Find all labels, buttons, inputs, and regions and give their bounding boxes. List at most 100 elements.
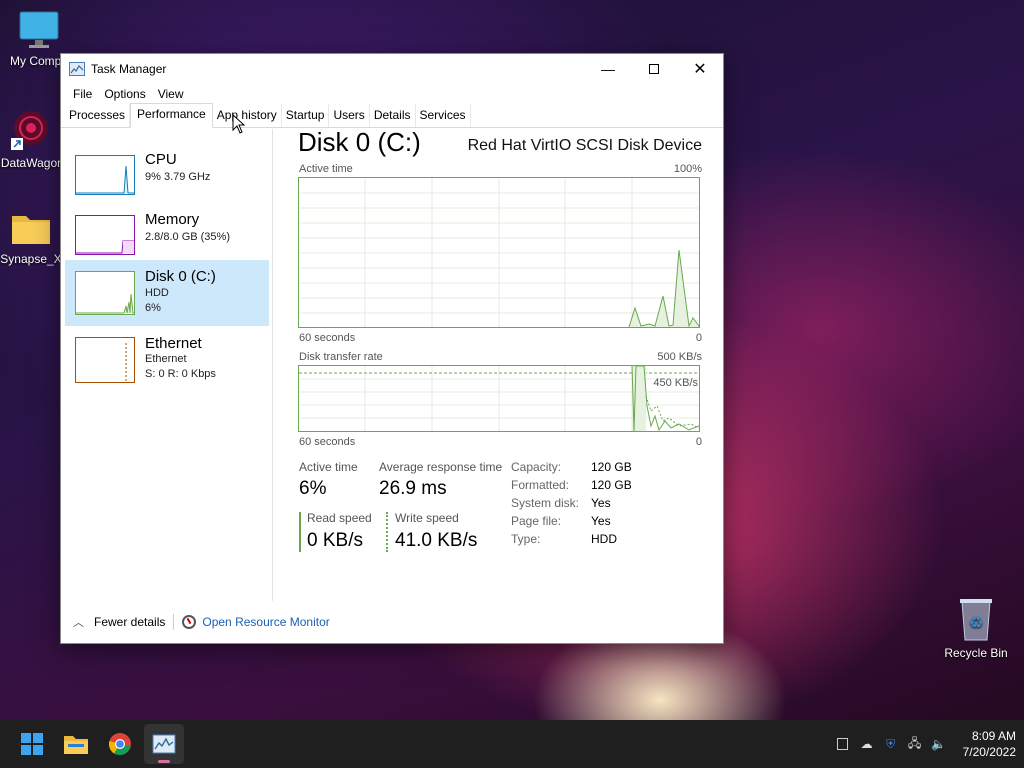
desktop-icon-datawagon[interactable]: DataWagor — [0, 108, 62, 170]
property-key: Capacity: — [511, 460, 562, 474]
resource-detail-usage: 6% — [145, 302, 161, 314]
property-system-disk: System disk: Yes — [511, 496, 611, 510]
maximize-button[interactable] — [631, 54, 677, 84]
task-manager-window: Task Manager — ✕ File Options View Proce… — [60, 53, 724, 644]
footer: ︿ Fewer details Open Resource Monitor — [61, 601, 723, 643]
desktop-icon-synapse[interactable]: Synapse_X — [0, 208, 62, 266]
graph2-min: 0 — [695, 436, 702, 448]
maximize-icon — [649, 64, 659, 74]
tab-users[interactable]: Users — [329, 104, 370, 127]
property-value: 120 GB — [591, 460, 632, 474]
datawagon-icon — [9, 108, 53, 152]
tab-processes[interactable]: Processes — [65, 104, 131, 127]
cpu-thumbnail-graph — [75, 155, 135, 195]
resource-detail-speed: S: 0 R: 0 Kbps — [145, 368, 216, 380]
avg-response-value: 26.9 ms — [379, 478, 447, 499]
security-warning-icon[interactable]: ⛨ — [879, 732, 903, 756]
write-speed-indicator — [386, 512, 388, 552]
network-icon[interactable]: 🖧 — [903, 732, 927, 756]
resource-detail: 9% 3.79 GHz — [145, 171, 211, 183]
minimize-button[interactable]: — — [585, 54, 631, 84]
performance-content: CPU 9% 3.79 GHz Memory 2.8/8.0 GB (35%) … — [61, 127, 723, 601]
chrome-icon — [108, 733, 131, 756]
property-value: Yes — [591, 514, 611, 528]
graph2-max: 500 KB/s — [657, 351, 702, 363]
fewer-details-button[interactable]: Fewer details — [94, 615, 165, 629]
active-time-value: 6% — [299, 478, 327, 499]
detail-model: Red Hat VirtIO SCSI Disk Device — [467, 137, 702, 154]
write-speed-label: Write speed — [395, 511, 459, 525]
menu-view[interactable]: View — [152, 87, 190, 101]
read-speed-label: Read speed — [307, 511, 372, 525]
read-speed-value: 0 KB/s — [307, 530, 363, 551]
chrome-button[interactable] — [100, 724, 140, 764]
start-button[interactable] — [12, 724, 52, 764]
menu-bar: File Options View — [61, 84, 723, 104]
detail-title: Disk 0 (C:) — [298, 127, 421, 157]
tab-performance[interactable]: Performance — [130, 103, 213, 128]
memory-thumbnail-graph — [75, 215, 135, 255]
resource-item-ethernet[interactable]: Ethernet Ethernet S: 0 R: 0 Kbps — [65, 329, 269, 395]
read-speed-indicator — [299, 512, 301, 552]
resource-item-cpu[interactable]: CPU 9% 3.79 GHz — [65, 145, 269, 211]
menu-options[interactable]: Options — [98, 87, 151, 101]
resource-name: CPU — [145, 151, 177, 168]
graph2-marker: 450 KB/s — [653, 377, 698, 389]
transfer-rate-graph — [298, 365, 700, 432]
desktop-icon-recycle-bin[interactable]: ♻ Recycle Bin — [936, 596, 1016, 660]
menu-file[interactable]: File — [67, 87, 98, 101]
disk-thumbnail-graph — [75, 271, 135, 315]
write-speed-value: 41.0 KB/s — [395, 530, 478, 551]
taskbar: ☁ ⛨ 🖧 🔈 8:09 AM 7/20/2022 — [0, 720, 1024, 768]
resource-detail: Ethernet — [145, 353, 187, 365]
tab-services[interactable]: Services — [416, 104, 471, 127]
resource-detail: 2.8/8.0 GB (35%) — [145, 231, 230, 243]
windows-logo-icon — [21, 733, 43, 755]
desktop-icon-label: Recycle Bin — [944, 646, 1008, 660]
cloud-offline-icon[interactable]: ☁ — [855, 732, 879, 756]
mouse-cursor-icon — [232, 113, 246, 137]
open-resource-monitor-link[interactable]: Open Resource Monitor — [202, 615, 329, 629]
clock-time: 8:09 AM — [971, 729, 1016, 743]
title-bar[interactable]: Task Manager — ✕ — [61, 54, 723, 84]
disk-detail-panel: Disk 0 (C:) Red Hat VirtIO SCSI Disk Dev… — [298, 127, 702, 601]
notification-square-icon[interactable] — [831, 732, 855, 756]
graph2-xlabel: 60 seconds — [299, 436, 356, 448]
chevron-up-icon: ︿ — [73, 617, 84, 629]
recycle-bin-icon: ♻ — [956, 596, 996, 642]
tab-startup[interactable]: Startup — [282, 104, 330, 127]
tab-details[interactable]: Details — [370, 104, 416, 127]
desktop-icon-label: DataWagor — [0, 156, 62, 170]
property-capacity: Capacity: 120 GB — [511, 460, 632, 474]
desktop-icon-label: Synapse_X — [0, 252, 62, 266]
graph1-xlabel: 60 seconds — [299, 332, 356, 344]
graph1-max: 100% — [673, 163, 702, 175]
resource-name: Disk 0 (C:) — [145, 268, 216, 285]
close-button[interactable]: ✕ — [677, 54, 723, 84]
file-explorer-button[interactable] — [56, 724, 96, 764]
resource-list: CPU 9% 3.79 GHz Memory 2.8/8.0 GB (35%) … — [61, 129, 273, 601]
avg-response-label: Average response time — [379, 460, 503, 474]
active-time-label: Active time — [299, 460, 358, 474]
active-time-graph — [298, 177, 700, 328]
volume-icon[interactable]: 🔈 — [927, 732, 951, 756]
close-icon: ✕ — [693, 61, 707, 78]
resource-name: Ethernet — [145, 335, 202, 352]
resource-item-disk[interactable]: Disk 0 (C:) HDD 6% — [65, 260, 269, 326]
monitor-icon — [17, 10, 61, 50]
graph1-min: 0 — [695, 332, 702, 344]
property-value: Yes — [591, 496, 611, 510]
divider — [173, 614, 175, 630]
property-key: Type: — [511, 532, 541, 546]
resource-name: Memory — [145, 211, 200, 228]
window-title: Task Manager — [91, 62, 167, 76]
clock[interactable]: 8:09 AM 7/20/2022 — [963, 728, 1016, 760]
property-page-file: Page file: Yes — [511, 514, 611, 528]
tab-app-history[interactable]: App history — [213, 104, 282, 127]
property-value: HDD — [591, 532, 617, 546]
property-formatted: Formatted: 120 GB — [511, 478, 632, 492]
task-manager-taskbar-button[interactable] — [144, 724, 184, 764]
property-value: 120 GB — [591, 478, 632, 492]
graph2-label: Disk transfer rate — [299, 351, 383, 363]
property-type: Type: HDD — [511, 532, 617, 546]
